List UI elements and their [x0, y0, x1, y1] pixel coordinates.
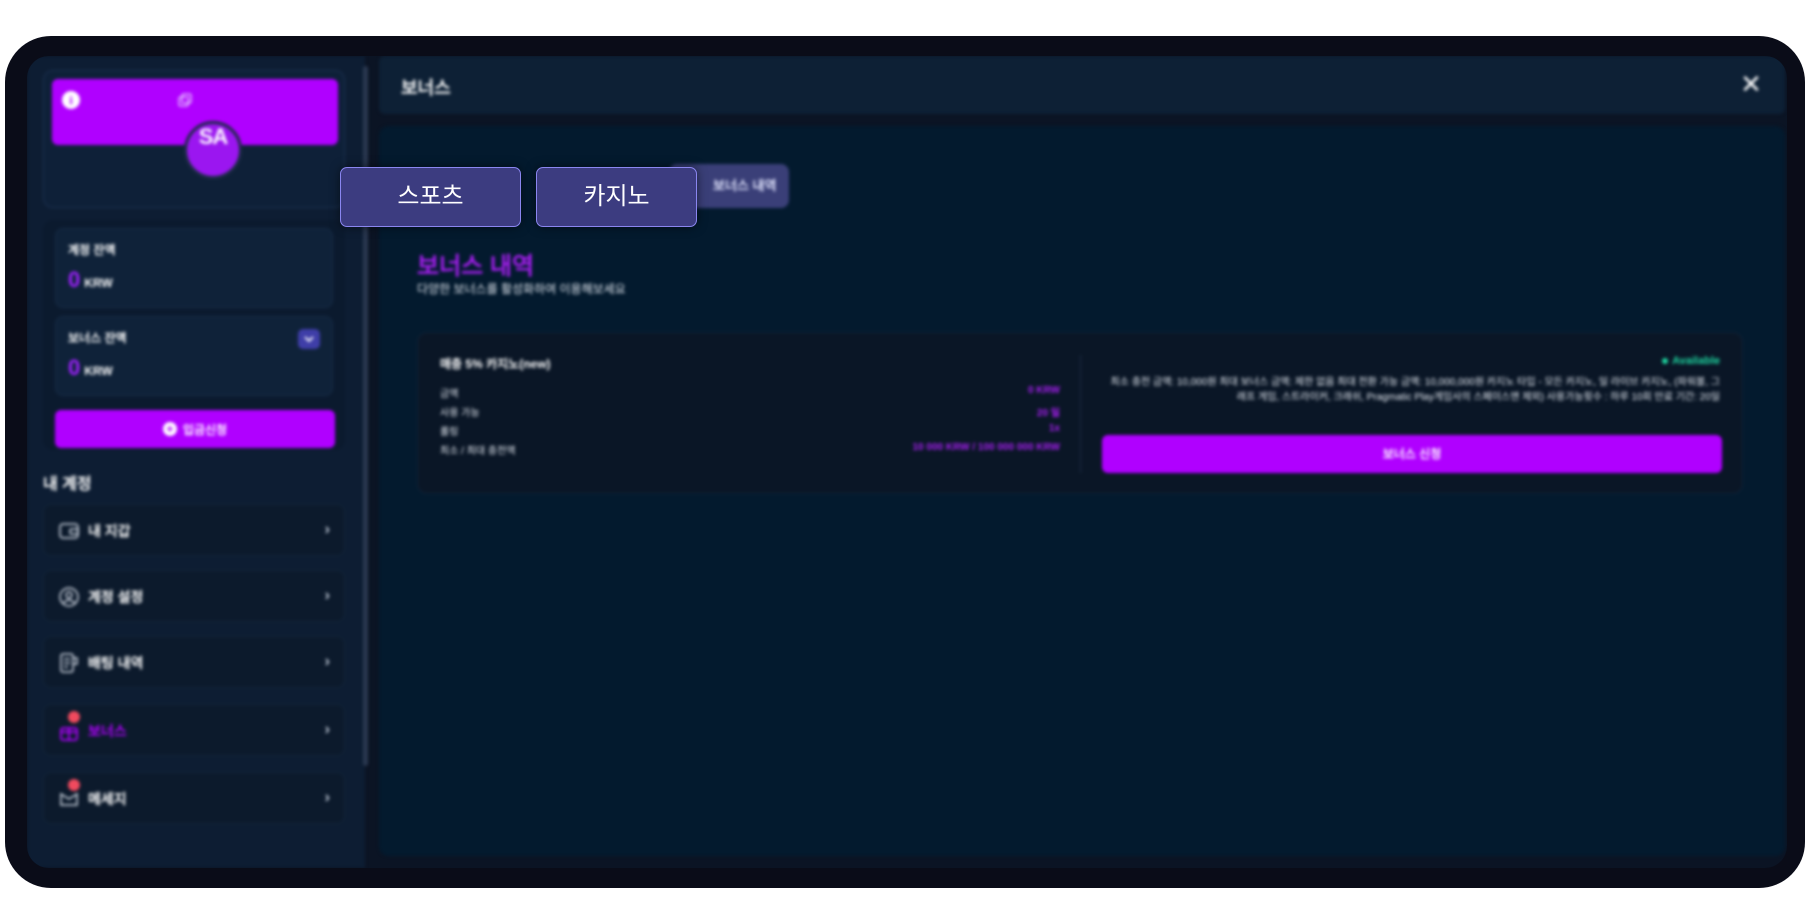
chevron-right-icon: ›	[324, 721, 330, 738]
modal-title: 보너스	[401, 78, 451, 98]
bonus-balance-dropdown[interactable]	[298, 329, 320, 349]
bonus-name: 매충 5% 카지노(new)	[440, 357, 551, 371]
bonus-balance-label: 보너스 잔액	[68, 331, 127, 345]
bonus-balance-unit: KRW	[84, 364, 113, 378]
page-subtitle: 다양한 보너스를 활성화하여 이용해보세요	[417, 282, 626, 296]
status-text: Available	[1672, 355, 1720, 367]
chevron-right-icon: ›	[324, 521, 330, 538]
tab-casino[interactable]: 카지노	[536, 167, 697, 227]
bonus-detail-key: 롤링	[440, 427, 459, 438]
plus-circle-icon: +	[162, 422, 177, 436]
modal-content: 보너스 내역 보너스 내역 다양한 보너스를 활성화하여 이용해보세요 매충 5…	[379, 126, 1785, 856]
bonus-balance-box: 보너스 잔액 0 KRW	[55, 316, 333, 396]
bonus-detail-key: 사용 가능	[440, 408, 480, 419]
gift-icon	[60, 727, 78, 741]
bonus-detail-value: 10 000 KRW / 100 000 000 KRW	[912, 442, 1061, 453]
chevron-right-icon: ›	[324, 789, 330, 806]
divider	[1080, 355, 1081, 473]
bonus-detail-value: 1x	[1048, 423, 1060, 434]
sidebar-item-bet-history[interactable]: 배팅 내역 ›	[43, 636, 345, 688]
tab-sports[interactable]: 스포츠	[340, 167, 521, 227]
notification-dot	[68, 711, 80, 723]
account-balance-box: 계정 잔액 0 KRW	[55, 228, 333, 308]
my-account-title: 내 계정	[43, 476, 92, 493]
account-balance-label: 계정 잔액	[68, 243, 116, 257]
status-badge: Available	[1662, 355, 1720, 367]
screen: i SA 계정 잔액 0 KRW 보너스 잔액 0 KRW + 입금신청 내 계…	[27, 56, 1787, 868]
sidebar-item-label: 보너스	[88, 723, 127, 739]
device-frame: i SA 계정 잔액 0 KRW 보너스 잔액 0 KRW + 입금신청 내 계…	[5, 36, 1805, 888]
sidebar-item-messages[interactable]: 메세지 ›	[43, 772, 345, 824]
avatar[interactable]: SA	[184, 121, 242, 179]
bonus-detail-row: 사용 가능 20 일	[440, 404, 1060, 423]
page-title: 보너스 내역	[417, 253, 535, 280]
apply-bonus-button[interactable]: 보너스 신청	[1102, 435, 1722, 473]
bonus-detail-key: 최소 / 최대 충전액	[440, 446, 516, 457]
modal-header: 보너스 ✕	[379, 56, 1785, 114]
bonus-card: 매충 5% 카지노(new) 금액 0 KRW 사용 가능 20 일 롤링 1x	[417, 332, 1743, 494]
sidebar-item-label: 계정 설정	[88, 589, 144, 605]
account-balance-value: 0 KRW	[68, 267, 113, 293]
profile-card: i SA	[43, 70, 345, 208]
bonus-detail-row: 롤링 1x	[440, 423, 1060, 442]
notification-dot	[68, 779, 80, 791]
copy-icon[interactable]	[178, 93, 192, 107]
chevron-right-icon: ›	[324, 653, 330, 670]
receipt-icon	[60, 653, 78, 673]
sidebar-item-label: 내 지갑	[88, 523, 131, 539]
bonus-detail-value: 20 일	[1036, 408, 1060, 419]
sidebar-item-bonus[interactable]: 보너스 ›	[43, 704, 345, 756]
bonus-detail-row: 금액 0 KRW	[440, 385, 1060, 404]
bonus-details: 금액 0 KRW 사용 가능 20 일 롤링 1x 최소 / 최대 충전액 10…	[440, 385, 1060, 461]
blurred-app: i SA 계정 잔액 0 KRW 보너스 잔액 0 KRW + 입금신청 내 계…	[27, 56, 1787, 868]
sidebar-item-account-settings[interactable]: 계정 설정 ›	[43, 570, 345, 622]
bonus-detail-value: 0 KRW	[1027, 385, 1060, 396]
deposit-label: 입금신청	[182, 422, 228, 437]
wallet-icon	[59, 523, 79, 539]
bonus-detail-row: 최소 / 최대 충전액 10 000 KRW / 100 000 000 KRW	[440, 442, 1060, 461]
bonus-balance-value: 0 KRW	[68, 355, 113, 381]
bonus-description: 최소 충전 금액: 10,000원 최대 보너스 금액: 제한 없음 최대 전환…	[1110, 377, 1720, 403]
sidebar: i SA 계정 잔액 0 KRW 보너스 잔액 0 KRW + 입금신청 내 계…	[27, 56, 365, 868]
close-button[interactable]: ✕	[1735, 68, 1767, 100]
account-balance-amount: 0	[68, 267, 81, 292]
message-icon	[60, 792, 78, 806]
info-icon[interactable]: i	[62, 91, 80, 109]
chevron-right-icon: ›	[324, 587, 330, 604]
bonus-balance-amount: 0	[68, 355, 81, 380]
wallet-card: 계정 잔액 0 KRW 보너스 잔액 0 KRW + 입금신청	[43, 220, 345, 450]
sidebar-item-label: 메세지	[88, 791, 127, 807]
chevron-down-icon	[304, 336, 314, 343]
sidebar-item-wallet[interactable]: 내 지갑 ›	[43, 504, 345, 556]
deposit-button[interactable]: + 입금신청	[55, 410, 335, 448]
sidebar-item-label: 배팅 내역	[88, 655, 144, 671]
account-balance-unit: KRW	[84, 276, 113, 290]
user-icon	[59, 587, 79, 607]
status-dot-icon	[1662, 358, 1669, 365]
bonus-detail-key: 금액	[440, 389, 459, 400]
